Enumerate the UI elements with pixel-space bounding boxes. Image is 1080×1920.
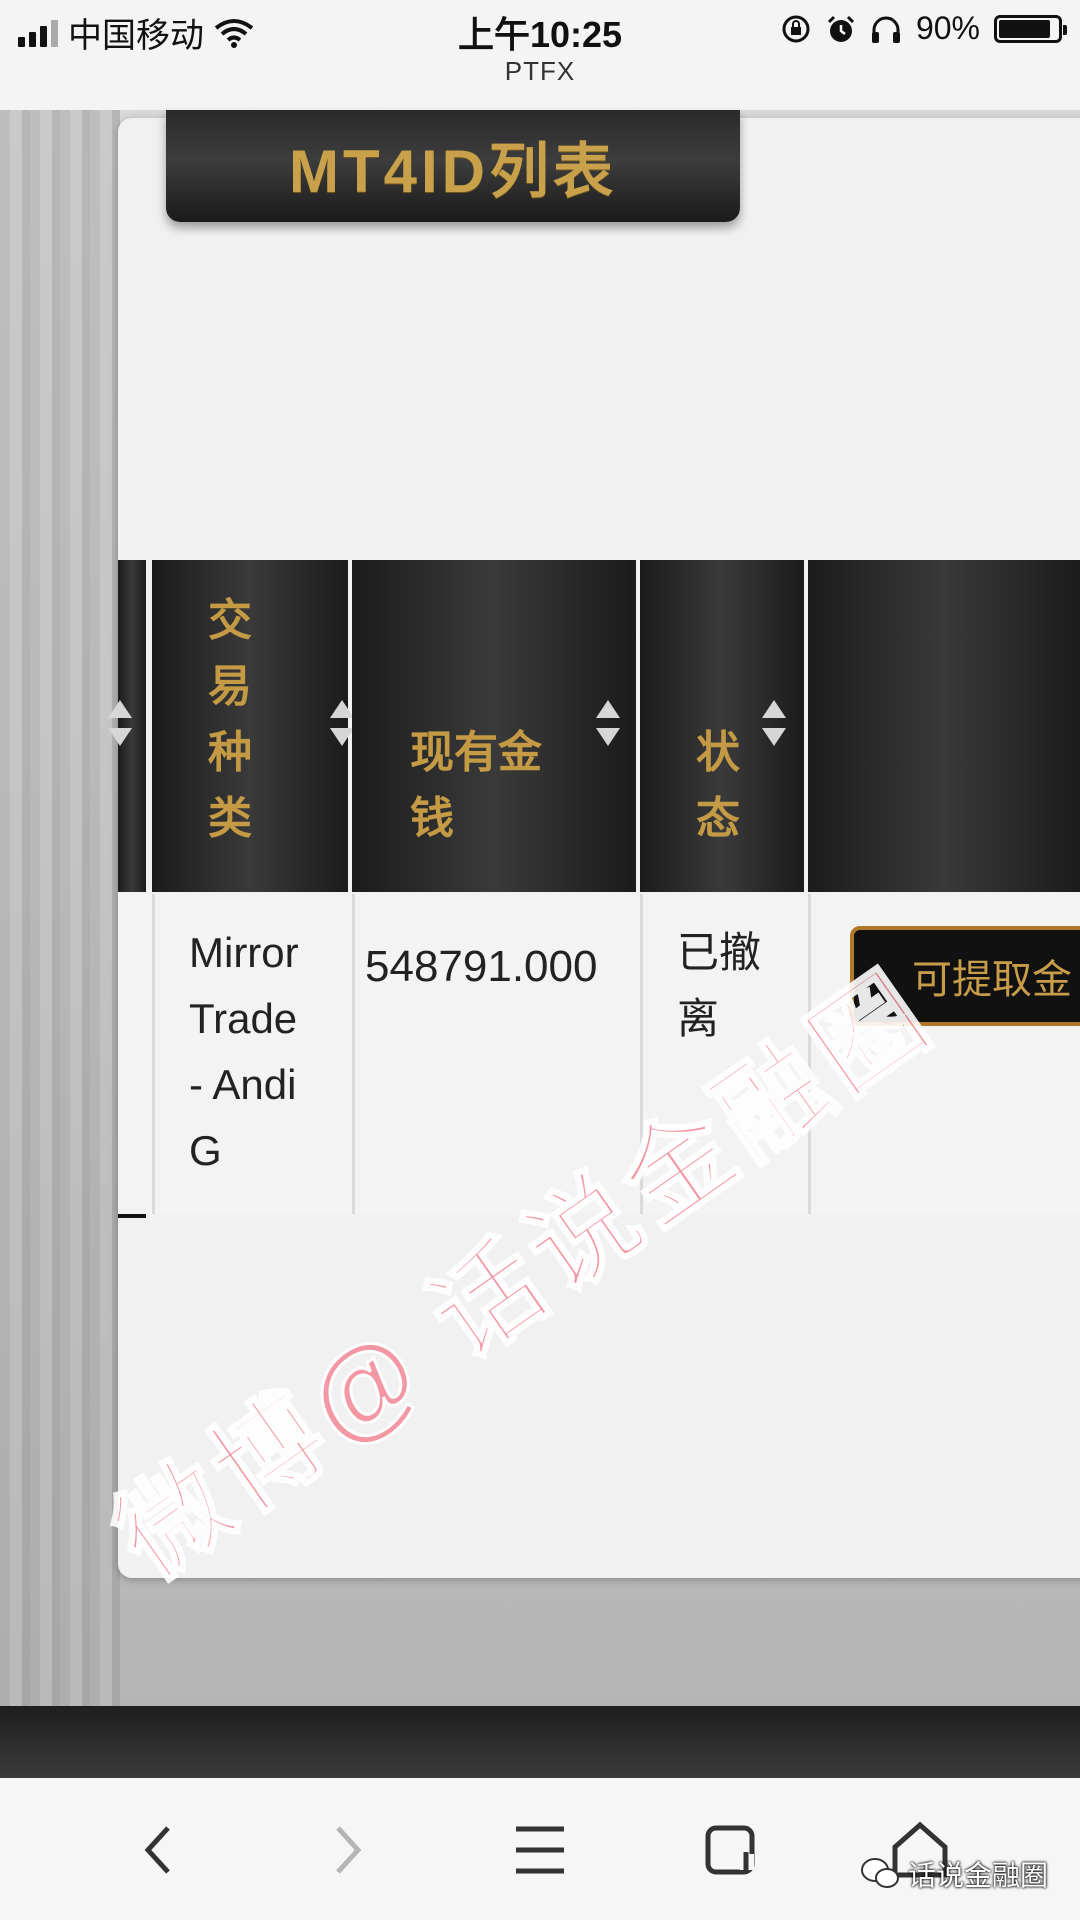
sort-icon[interactable] [762, 700, 786, 746]
balance-value: 548791.000 [365, 942, 598, 991]
table-cell-trade-type: Mirror Trade - Andi G [152, 894, 352, 1214]
divider [118, 1214, 146, 1218]
column-header-status[interactable]: 状 态 [640, 560, 804, 892]
column-label: 现有金 钱 [410, 728, 542, 843]
sort-icon[interactable] [330, 700, 354, 746]
column-header-partial [108, 560, 146, 892]
forward-icon [336, 1826, 362, 1874]
withdraw-button-label: 可提取金 [912, 958, 1072, 1002]
menu-button[interactable] [490, 1800, 590, 1900]
page-title: MT4ID列表 [289, 137, 617, 205]
forward-button[interactable] [298, 1800, 398, 1900]
headphones-icon [871, 16, 900, 43]
column-header-action [808, 560, 1080, 892]
battery-percent: 90% [915, 10, 980, 46]
menu-icon [516, 1826, 564, 1874]
table-header: 交 易 种 类 现有金 钱 状 态 [108, 560, 1080, 892]
status-right: 90% [780, 10, 1067, 47]
lock-rotation-icon [782, 15, 810, 42]
page-title-tab: MT4ID列表 [166, 110, 740, 222]
trade-type-value: Mirror Trade - Andi G [189, 929, 299, 1174]
status-bar: 中国移动 上午10:25 PTFX 90% [0, 0, 1080, 110]
back-button[interactable] [108, 1800, 208, 1900]
tabs-icon [705, 1825, 755, 1875]
column-label: 交 易 种 类 [208, 596, 252, 843]
sort-icon[interactable] [108, 700, 132, 746]
back-icon [144, 1826, 170, 1874]
sort-icon[interactable] [596, 700, 620, 746]
alarm-icon [827, 15, 855, 42]
watermark-badge: 话说金融圈 [860, 1854, 1048, 1894]
tabs-button[interactable] [682, 1800, 782, 1900]
column-header-trade-type[interactable]: 交 易 种 类 [152, 560, 354, 892]
wechat-icon [861, 1858, 899, 1888]
browser-toolbar [0, 1778, 1080, 1920]
column-header-balance[interactable]: 现有金 钱 [352, 560, 636, 892]
table-cell [118, 894, 152, 1214]
site-name: PTFX [504, 56, 576, 86]
page-footer [0, 1706, 1080, 1778]
column-label: 状 态 [696, 728, 740, 843]
watermark-badge-text: 话说金融圈 [908, 1860, 1049, 1891]
battery-icon [994, 14, 1067, 43]
